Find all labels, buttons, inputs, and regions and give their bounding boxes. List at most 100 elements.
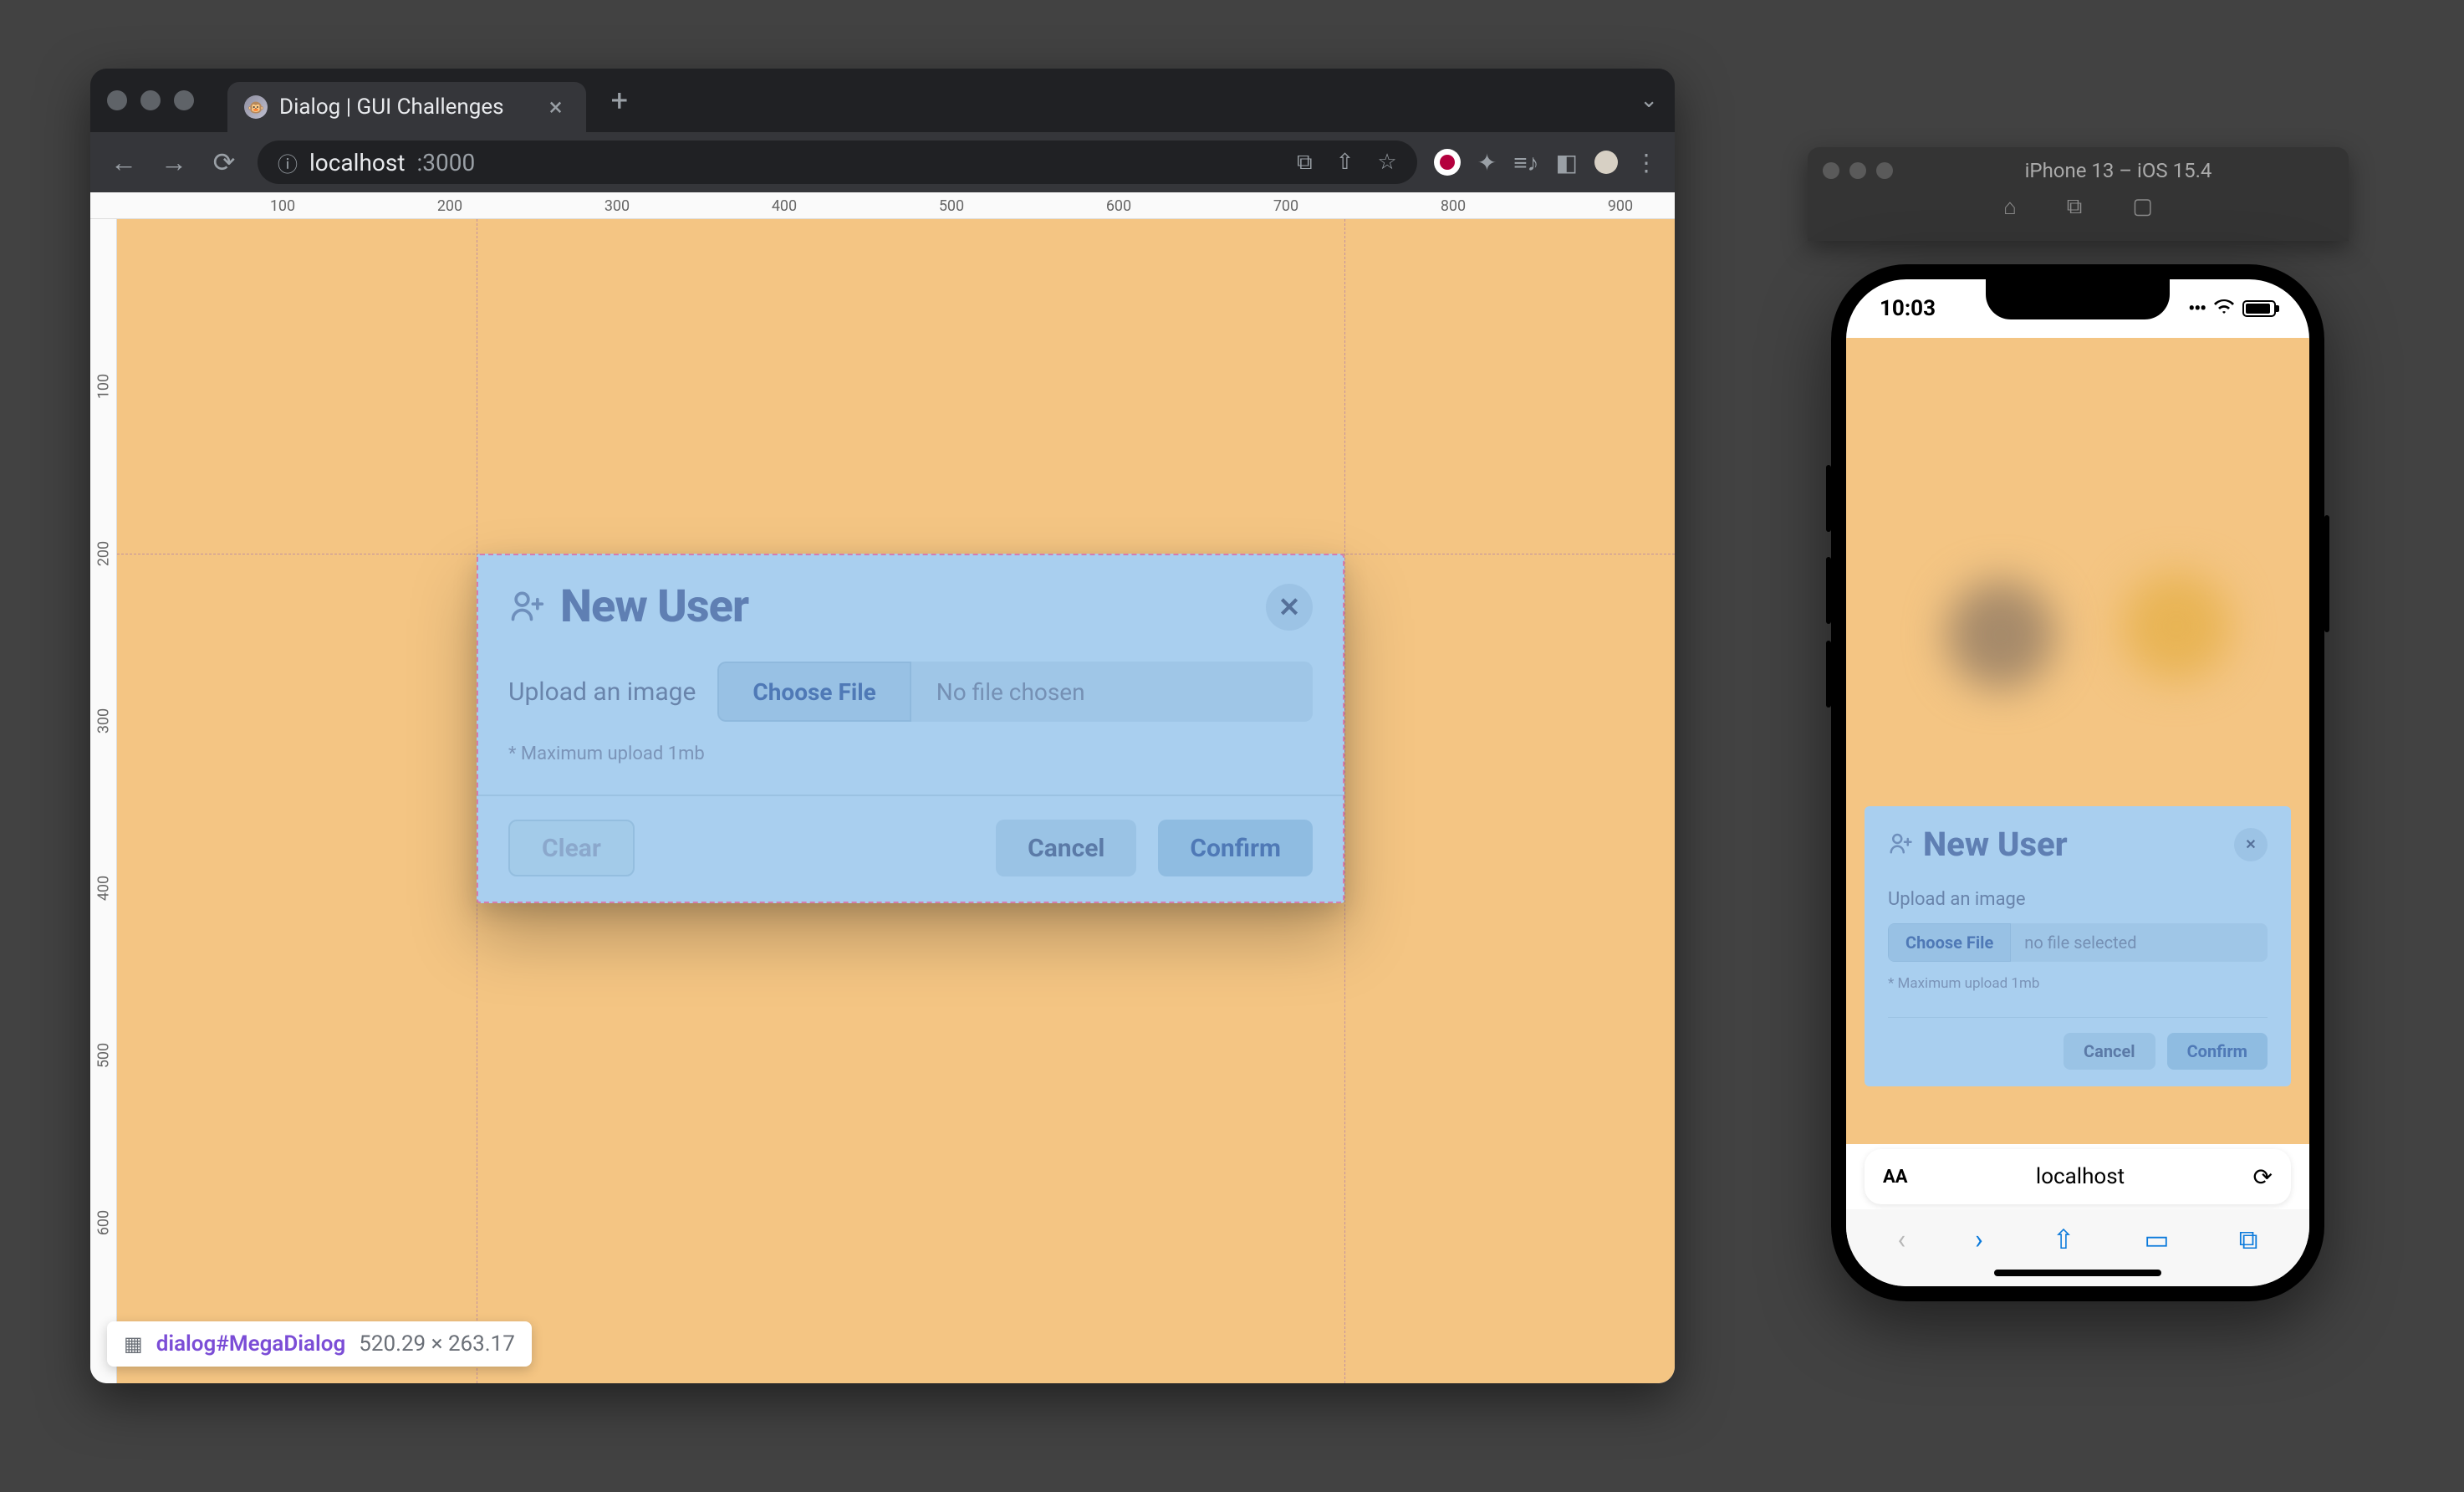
new-tab-button[interactable]: + — [611, 83, 628, 118]
file-input[interactable]: Choose File no file selected — [1888, 923, 2268, 962]
ruler-tick: 200 — [437, 197, 462, 215]
upload-label: Upload an image — [1888, 889, 2268, 910]
simulator-toolbar: ⌂ ⧉ ▢ — [1808, 194, 2349, 220]
window-minimize-icon[interactable] — [1849, 162, 1866, 179]
forward-icon[interactable]: › — [1975, 1224, 1983, 1255]
browser-window: 🐵 Dialog | GUI Challenges × + ⌄ ← → ⟳ ⓘ … — [90, 69, 1675, 1383]
ruler-tick: 900 — [1608, 197, 1633, 215]
dialog-close-button[interactable]: ✕ — [1266, 584, 1313, 631]
mega-dialog-mobile: New User ✕ Upload an image Choose File n… — [1865, 806, 2291, 1086]
user-plus-icon — [1888, 830, 1913, 859]
ruler-tick: 300 — [94, 708, 112, 733]
iphone-screen: 10:03 ••• New User — [1846, 279, 2309, 1286]
open-external-icon[interactable]: ⧉ — [1297, 150, 1313, 176]
sidepanel-icon[interactable]: ◧ — [1556, 149, 1578, 176]
browser-toolbar: ← → ⟳ ⓘ localhost :3000 ⧉ ⇧ ☆ ✦ ≡♪ ◧ ⋮ — [90, 132, 1675, 192]
address-host: localhost — [309, 149, 405, 176]
ruler-tick: 300 — [605, 197, 630, 215]
ruler-tick: 100 — [270, 197, 295, 215]
extension-icon[interactable] — [1434, 149, 1461, 176]
ruler-tick: 800 — [1441, 197, 1466, 215]
share-icon[interactable]: ⇧ — [1336, 150, 1354, 175]
cancel-button[interactable]: Cancel — [2064, 1033, 2155, 1070]
badge-dimensions: 520.29 × 263.17 — [359, 1331, 515, 1357]
background-blob — [2122, 572, 2231, 681]
window-close-icon[interactable] — [1823, 162, 1839, 179]
user-plus-icon — [508, 587, 545, 627]
screenshot-icon[interactable]: ⧉ — [2067, 194, 2083, 220]
browser-tab[interactable]: 🐵 Dialog | GUI Challenges × — [227, 82, 586, 132]
file-input[interactable]: Choose File No file chosen — [717, 662, 1313, 722]
choose-file-button[interactable]: Choose File — [1888, 923, 2011, 962]
grid-icon: ▦ — [124, 1332, 143, 1356]
home-icon[interactable]: ⌂ — [2003, 194, 2017, 220]
file-status: no file selected — [2011, 923, 2268, 962]
mobile-page: New User ✕ Upload an image Choose File n… — [1846, 338, 2309, 1144]
upload-label: Upload an image — [508, 677, 696, 707]
devtools-element-badge: ▦ dialog#MegaDialog 520.29 × 263.17 — [107, 1321, 532, 1367]
ruler-horizontal: 100 200 300 400 500 600 700 800 900 — [90, 192, 1675, 219]
text-size-button[interactable]: AA — [1883, 1167, 1908, 1188]
upload-hint: * Maximum upload 1mb — [508, 743, 1313, 764]
reload-icon[interactable]: ⟳ — [2253, 1163, 2273, 1191]
upload-hint: * Maximum upload 1mb — [1888, 975, 2268, 992]
window-minimize-icon[interactable] — [140, 90, 161, 110]
safari-address-bar[interactable]: AA localhost ⟳ — [1865, 1149, 2291, 1204]
window-controls — [107, 90, 194, 110]
file-status: No file chosen — [911, 662, 1313, 722]
favicon-icon: 🐵 — [244, 95, 268, 119]
iphone-device: 10:03 ••• New User — [1831, 264, 2324, 1301]
wifi-icon — [2214, 299, 2234, 319]
viewport: 100 200 300 400 500 600 700 800 900 100 … — [90, 192, 1675, 1383]
profile-avatar-icon[interactable] — [1594, 151, 1618, 174]
ruler-tick: 200 — [94, 541, 112, 566]
bookmarks-icon[interactable]: ▭ — [2144, 1224, 2169, 1255]
menu-icon[interactable]: ⋮ — [1635, 149, 1658, 176]
background-blob — [1946, 580, 2055, 689]
mega-dialog: New User ✕ Upload an image Choose File N… — [477, 554, 1344, 903]
ruler-tick: 500 — [94, 1043, 112, 1068]
window-zoom-icon[interactable] — [174, 90, 194, 110]
back-button[interactable]: ← — [107, 146, 140, 178]
bookmark-icon[interactable]: ☆ — [1377, 150, 1396, 175]
ruler-tick: 500 — [939, 197, 964, 215]
confirm-button[interactable]: Confirm — [1158, 820, 1313, 876]
badge-selector: dialog#MegaDialog — [156, 1331, 346, 1357]
ruler-tick: 700 — [1273, 197, 1298, 215]
back-icon[interactable]: ‹ — [1897, 1224, 1905, 1255]
extensions-icon[interactable]: ✦ — [1477, 149, 1497, 176]
rotate-icon[interactable]: ▢ — [2132, 194, 2153, 220]
site-info-icon[interactable]: ⓘ — [278, 148, 298, 177]
address-path: :3000 — [416, 149, 475, 176]
guide-line — [1344, 219, 1345, 1383]
ruler-vertical: 100 200 300 400 500 600 — [90, 219, 117, 1383]
upload-row: Upload an image Choose File No file chos… — [508, 662, 1313, 722]
status-time: 10:03 — [1880, 296, 1936, 321]
window-zoom-icon[interactable] — [1876, 162, 1893, 179]
window-close-icon[interactable] — [107, 90, 127, 110]
forward-button[interactable]: → — [157, 146, 191, 178]
tabs-dropdown-button[interactable]: ⌄ — [1640, 88, 1658, 113]
home-indicator[interactable] — [1994, 1270, 2161, 1276]
reload-button[interactable]: ⟳ — [207, 146, 241, 178]
ruler-tick: 400 — [94, 876, 112, 901]
notch — [1986, 279, 2170, 319]
share-icon[interactable]: ⇧ — [2053, 1224, 2075, 1255]
dialog-footer: Clear Cancel Confirm — [478, 795, 1343, 902]
confirm-button[interactable]: Confirm — [2167, 1033, 2268, 1070]
ruler-tick: 400 — [772, 197, 797, 215]
tabs-icon[interactable]: ⧉ — [2239, 1224, 2258, 1256]
dialog-close-button[interactable]: ✕ — [2234, 828, 2268, 861]
cancel-button[interactable]: Cancel — [996, 820, 1136, 876]
page-canvas: New User ✕ Upload an image Choose File N… — [117, 219, 1675, 1383]
clear-button[interactable]: Clear — [508, 820, 635, 876]
safari-url: localhost — [1908, 1164, 2253, 1189]
address-bar[interactable]: ⓘ localhost :3000 ⧉ ⇧ ☆ — [258, 141, 1417, 184]
cellular-icon: ••• — [2188, 299, 2206, 319]
media-icon[interactable]: ≡♪ — [1513, 149, 1538, 176]
choose-file-button[interactable]: Choose File — [717, 662, 911, 722]
tab-close-button[interactable]: × — [549, 93, 563, 122]
dialog-title: New User — [1923, 825, 2068, 864]
simulator-title: iPhone 13 – iOS 15.4 — [1903, 159, 2334, 182]
ruler-tick: 600 — [1106, 197, 1131, 215]
